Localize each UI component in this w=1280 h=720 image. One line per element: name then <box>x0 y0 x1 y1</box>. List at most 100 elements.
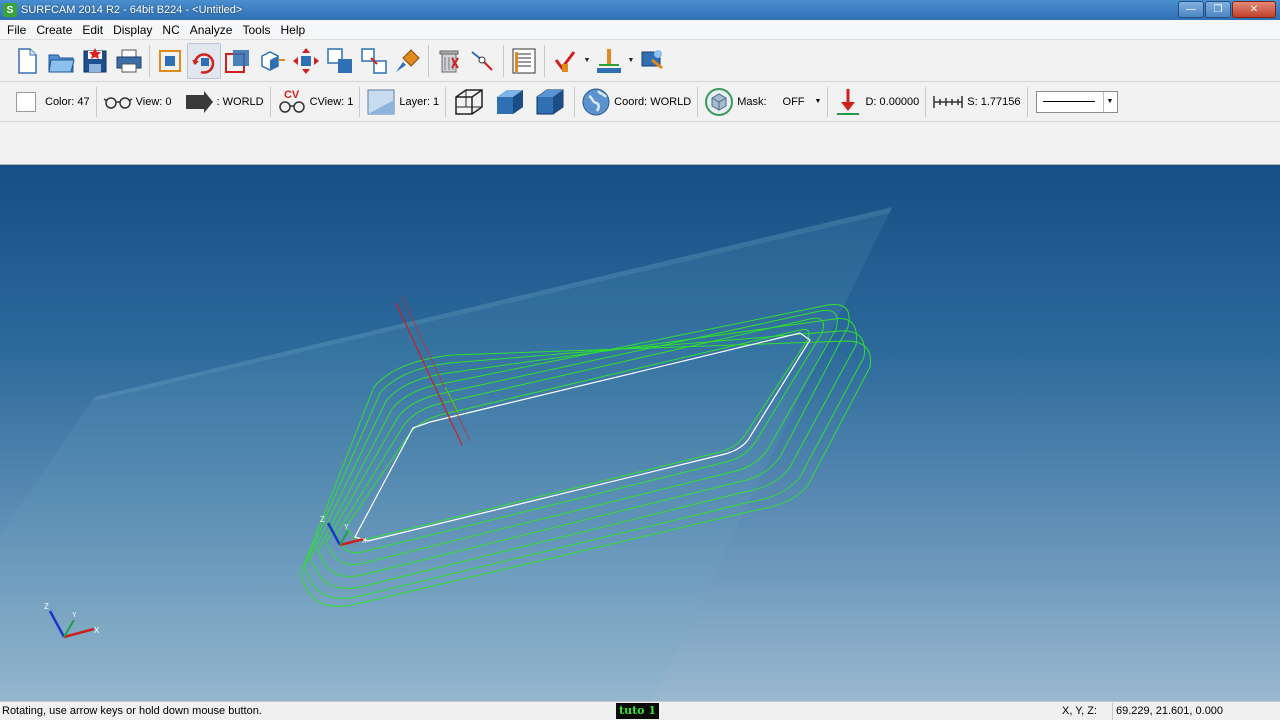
depth-arrow-icon <box>837 88 860 115</box>
origin-x-label: X <box>362 538 367 545</box>
move-icon <box>361 47 387 74</box>
post-process-button[interactable] <box>636 43 670 79</box>
copy-button[interactable] <box>323 43 357 79</box>
delete-button[interactable] <box>432 43 466 79</box>
save-button[interactable] <box>78 43 112 79</box>
settings-toolbar: Color: 47 View: 0 : WORLD CV CView: 1 La… <box>0 82 1280 122</box>
globe-icon <box>582 88 610 115</box>
secondary-toolbar-area <box>0 122 1280 165</box>
tool-dropdown[interactable]: ▼ <box>626 57 636 64</box>
color-selector[interactable]: Color: 47 <box>10 85 96 119</box>
display-mode-group <box>446 85 574 119</box>
color-label: Color: 47 <box>45 95 90 108</box>
zoom-box-button[interactable] <box>255 43 289 79</box>
xyz-readout: 69.229, 21.601, 0.000 <box>1112 702 1262 720</box>
mask-value: OFF <box>782 95 805 108</box>
depth-selector[interactable]: D: 0.00000 <box>828 85 925 119</box>
arrow-right-icon <box>185 90 213 113</box>
cview-selector[interactable]: CV CView: 1 <box>271 85 360 119</box>
menu-file[interactable]: File <box>2 20 31 40</box>
window-title: SURFCAM 2014 R2 - 64bit B224 - <Untitled… <box>21 4 243 16</box>
close-button[interactable]: ✕ <box>1232 1 1276 18</box>
zoom-window-button[interactable] <box>221 43 255 79</box>
toolbar-separator <box>428 44 429 77</box>
world-view-selector[interactable]: : WORLD <box>178 85 270 119</box>
line-style-preview <box>1042 101 1095 102</box>
3d-viewport[interactable]: Z Y X Z Y X <box>0 165 1280 701</box>
save-icon <box>83 47 107 72</box>
minimize-button[interactable]: — <box>1178 1 1204 18</box>
chevron-down-icon: ▼ <box>1102 91 1117 112</box>
origin-z-label: Z <box>320 515 325 524</box>
status-badge: tuto 1 <box>616 703 659 719</box>
layer-selector[interactable]: Layer: 1 <box>360 85 445 119</box>
new-file-button[interactable] <box>10 43 44 79</box>
rotate-view-button[interactable] <box>187 42 221 79</box>
scale-selector[interactable]: S: 1.77156 <box>926 85 1026 119</box>
status-bar: Rotating, use arrow keys or hold down mo… <box>0 701 1280 720</box>
paint-button[interactable] <box>391 43 425 79</box>
ruler-icon <box>933 95 964 108</box>
line-style-select[interactable]: ▼ <box>1035 90 1118 113</box>
tool-button[interactable] <box>592 43 626 79</box>
open-folder-icon <box>48 54 75 72</box>
cview-badge: CV <box>283 89 300 101</box>
toolbar-separator <box>503 44 504 77</box>
view-selector[interactable]: View: 0 <box>97 85 178 119</box>
cview-label: CView: 1 <box>309 95 354 108</box>
trash-icon <box>439 50 459 72</box>
zoom-fit-button[interactable] <box>153 43 187 79</box>
print-icon <box>116 49 142 72</box>
rotate-view-icon <box>192 52 215 74</box>
scale-label: S: 1.77156 <box>967 95 1021 108</box>
tool-icon <box>597 48 621 73</box>
mask-cube-icon <box>705 87 734 116</box>
nc-operation-button[interactable] <box>548 43 582 79</box>
status-message: Rotating, use arrow keys or hold down mo… <box>2 705 262 717</box>
toolbar-separator <box>544 44 545 77</box>
shaded-icon[interactable] <box>492 87 528 117</box>
layer-label: Layer: 1 <box>399 95 440 108</box>
shaded-edges-icon[interactable] <box>532 87 568 117</box>
pan-button[interactable] <box>289 43 323 79</box>
glasses-icon <box>103 96 133 109</box>
corner-z-label: Z <box>44 602 49 611</box>
select-icon <box>471 50 493 71</box>
view-label: View: 0 <box>135 95 172 108</box>
cview-icon: CV <box>277 90 307 113</box>
menu-create[interactable]: Create <box>31 20 77 40</box>
nc-operation-dropdown[interactable]: ▼ <box>582 57 592 64</box>
new-file-icon <box>18 47 37 74</box>
window-controls: — ❐ ✕ <box>1178 1 1276 18</box>
mask-label: Mask: <box>737 95 767 108</box>
menu-tools[interactable]: Tools <box>237 20 275 40</box>
mask-dropdown-arrow[interactable]: ▼ <box>815 98 822 105</box>
open-file-button[interactable] <box>44 43 78 79</box>
coord-selector[interactable]: Coord: WORLD <box>575 85 697 119</box>
menu-bar: File Create Edit Display NC Analyze Tool… <box>0 20 1280 40</box>
viewport-canvas: Z Y X Z Y X <box>0 207 892 701</box>
move-button[interactable] <box>357 43 391 79</box>
zoom-fit-icon <box>159 49 181 72</box>
menu-display[interactable]: Display <box>108 20 157 40</box>
corner-x-label: X <box>94 626 100 635</box>
copy-icon <box>327 47 352 73</box>
toolbar-separator <box>1026 86 1028 117</box>
xyz-label: X, Y, Z: <box>1062 705 1098 717</box>
wireframe-icon[interactable] <box>452 87 486 117</box>
select-button[interactable] <box>466 43 500 79</box>
menu-help[interactable]: Help <box>275 20 310 40</box>
maximize-button[interactable]: ❐ <box>1205 1 1231 18</box>
menu-analyze[interactable]: Analyze <box>185 20 238 40</box>
mask-selector[interactable]: Mask: OFF ▼ <box>698 85 827 119</box>
menu-nc[interactable]: NC <box>157 20 184 40</box>
color-swatch <box>16 91 36 112</box>
post-process-icon <box>641 49 663 69</box>
print-button[interactable] <box>112 43 146 79</box>
nc-operation-icon <box>554 50 576 72</box>
nc-list-icon <box>512 48 536 73</box>
menu-edit[interactable]: Edit <box>77 20 108 40</box>
glasses-icon <box>278 101 305 113</box>
nc-list-button[interactable] <box>507 43 541 79</box>
surfcam-app-icon[interactable]: S <box>3 3 17 17</box>
